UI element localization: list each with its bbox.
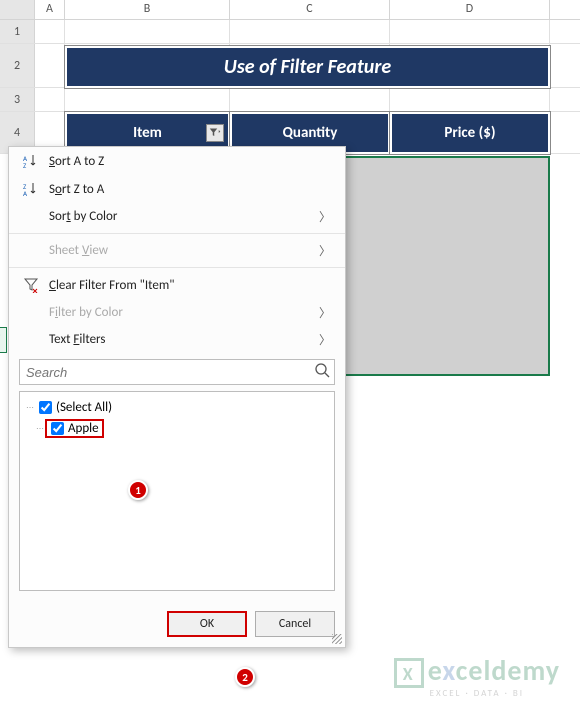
menu-text-filters-label: Text Filters: [49, 332, 105, 347]
ok-button-label: OK: [200, 617, 214, 631]
chevron-right-icon: 〉: [319, 208, 331, 225]
filter-values-list[interactable]: ⋯ (Select All) ⋯ Apple: [19, 391, 335, 591]
menu-text-filters[interactable]: ✓ Text Filters 〉: [9, 326, 345, 353]
menu-sheet-view-label: Sheet View: [49, 243, 108, 258]
ok-button[interactable]: OK: [167, 611, 247, 637]
select-all-label: (Select All): [56, 400, 112, 415]
col-header-C[interactable]: C: [230, 0, 390, 19]
column-header-row: A B C D: [0, 0, 580, 20]
menu-separator: [9, 267, 345, 268]
tree-dots-icon: ⋯: [26, 403, 33, 413]
menu-filter-color-label: Filter by Color: [49, 305, 123, 320]
cancel-button[interactable]: Cancel: [255, 611, 335, 637]
menu-sort-az-label: Sort A to Z: [49, 154, 104, 169]
menu-sort-color-label: Sort by Color: [49, 209, 117, 224]
col-header-A[interactable]: A: [35, 0, 65, 19]
select-all-corner[interactable]: [0, 0, 35, 19]
menu-sort-za[interactable]: ZA Sort Z to A: [9, 175, 345, 203]
callout-highlight-apple: Apple: [45, 419, 104, 438]
sort-az-icon: AZ: [19, 153, 43, 169]
filter-select-all[interactable]: ⋯ (Select All): [26, 398, 328, 417]
row-header-3[interactable]: 3: [0, 88, 35, 111]
dialog-button-row: OK Cancel: [9, 601, 345, 647]
apple-checkbox[interactable]: [51, 422, 64, 435]
menu-sort-az[interactable]: AZ Sort A to Z: [9, 147, 345, 175]
resize-grip-icon[interactable]: [332, 634, 342, 644]
row-header-2[interactable]: 2: [0, 44, 35, 87]
apple-label: Apple: [68, 421, 99, 436]
col-header-B[interactable]: B: [65, 0, 230, 19]
menu-separator: [9, 233, 345, 234]
sort-za-icon: ZA: [19, 181, 43, 197]
menu-sheet-view: Sheet View 〉: [9, 237, 345, 264]
menu-filter-color: Filter by Color 〉: [9, 299, 345, 326]
filter-icon: [209, 127, 221, 139]
filter-button-item[interactable]: [206, 124, 224, 142]
filter-value-apple[interactable]: ⋯ Apple: [26, 417, 328, 440]
header-quantity-label: Quantity: [283, 124, 338, 142]
menu-sort-color[interactable]: Sort by Color 〉: [9, 203, 345, 230]
menu-clear-filter-label: Clear Filter From "Item": [49, 278, 174, 293]
chevron-right-icon: 〉: [319, 331, 331, 348]
text-filters-checkmark: ✓: [0, 327, 7, 353]
chevron-right-icon: 〉: [319, 304, 331, 321]
header-item-label: Item: [133, 124, 162, 142]
page-title: Use of Filter Feature: [65, 46, 550, 88]
filter-search-input[interactable]: [20, 365, 310, 380]
callout-1: 1: [128, 480, 148, 500]
tree-dots-icon: ⋯: [36, 424, 43, 434]
cancel-button-label: Cancel: [279, 617, 311, 631]
filter-dropdown: AZ Sort A to Z ZA Sort Z to A Sort by Co…: [8, 146, 346, 648]
grid-area: 1 2 3 4 Use of Filter Feature Item Quant…: [0, 20, 580, 154]
header-price[interactable]: Price ($): [390, 112, 550, 154]
watermark: exceldemy EXCEL · DATA · BI: [394, 653, 560, 699]
svg-text:A: A: [23, 189, 28, 197]
clear-filter-icon: [19, 277, 43, 293]
menu-sort-za-label: Sort Z to A: [49, 182, 104, 197]
chevron-right-icon: 〉: [319, 242, 331, 259]
col-header-D[interactable]: D: [390, 0, 550, 19]
filter-search[interactable]: [19, 359, 335, 385]
row-header-1[interactable]: 1: [0, 20, 35, 43]
menu-clear-filter[interactable]: Clear Filter From "Item": [9, 271, 345, 299]
header-price-label: Price ($): [444, 124, 495, 142]
select-all-checkbox[interactable]: [39, 401, 52, 414]
callout-2: 2: [235, 667, 255, 687]
search-icon: [310, 362, 334, 383]
